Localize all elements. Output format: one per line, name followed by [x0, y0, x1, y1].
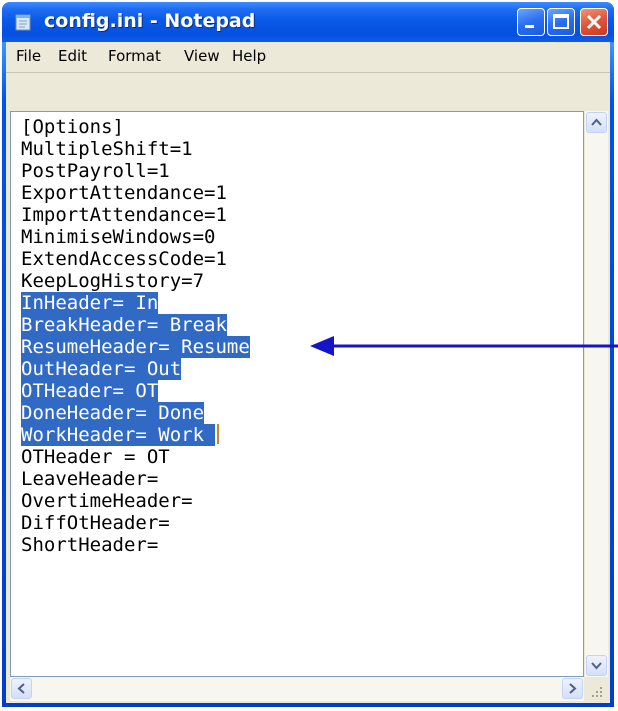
text-line-content: DiffOtHeader=: [21, 512, 170, 534]
scroll-up-button[interactable]: [586, 112, 607, 133]
text-line-content: OutHeader= Out: [21, 358, 182, 380]
chevron-up-icon: [591, 118, 602, 126]
text-line-content: BreakHeader= Break: [21, 314, 227, 336]
chevron-down-icon: [591, 662, 602, 670]
text-line-content: ExtendAccessCode=1: [21, 248, 227, 270]
text-line: OvertimeHeader=: [21, 490, 250, 512]
text-line-content: ShortHeader=: [21, 534, 159, 556]
scroll-right-button[interactable]: [562, 678, 583, 699]
text-editor[interactable]: [Options] MultipleShift=1 PostPayroll=1 Exp…: [10, 111, 584, 677]
text-line-content: MinimiseWindows=0: [21, 226, 216, 248]
text-line: WorkHeader= Work: [21, 424, 250, 446]
text-line: PostPayroll=1: [21, 160, 250, 182]
text-line-content: OvertimeHeader=: [21, 490, 193, 512]
text-line: ResumeHeader= Resume: [21, 336, 250, 358]
text-line-content: ImportAttendance=1: [21, 204, 227, 226]
text-line-content: ExportAttendance=1: [21, 182, 227, 204]
menu-view[interactable]: View: [184, 47, 220, 65]
text-line: ShortHeader=: [21, 534, 250, 556]
text-line: OTHeader= OT: [21, 380, 250, 402]
text-line-content: KeepLogHistory=7: [21, 270, 205, 292]
maximize-icon: [553, 14, 569, 29]
text-line-content: WorkHeader= Work: [21, 424, 216, 446]
minimize-button[interactable]: [517, 8, 545, 36]
text-line-content: ResumeHeader= Resume: [21, 336, 250, 358]
chevron-left-icon: [17, 683, 25, 694]
text-line: [Options]: [21, 116, 250, 138]
text-line: DoneHeader= Done: [21, 402, 250, 424]
resize-grip[interactable]: [584, 677, 607, 701]
close-button[interactable]: [580, 8, 608, 36]
notepad-icon: [14, 12, 34, 32]
editor-lines: [Options] MultipleShift=1 PostPayroll=1 Exp…: [21, 116, 250, 556]
text-caret: [217, 424, 220, 444]
text-line-content: InHeader= In: [21, 292, 159, 314]
text-line: LeaveHeader=: [21, 468, 250, 490]
window-title: config.ini - Notepad: [44, 10, 256, 32]
text-line: ImportAttendance=1: [21, 204, 250, 226]
vertical-scrollbar[interactable]: [584, 111, 608, 677]
title-bar[interactable]: config.ini - Notepad: [2, 2, 614, 42]
text-line-content: DoneHeader= Done: [21, 402, 205, 424]
text-line: InHeader= In: [21, 292, 250, 314]
close-icon: [586, 14, 602, 30]
resize-grip-icon: [592, 687, 602, 697]
text-line: OutHeader= Out: [21, 358, 250, 380]
text-line: OTHeader = OT: [21, 446, 250, 468]
text-line-content: [Options]: [21, 116, 124, 138]
menu-file[interactable]: File: [16, 47, 41, 65]
horizontal-scrollbar[interactable]: [10, 677, 584, 701]
menu-format[interactable]: Format: [108, 47, 161, 65]
text-line: MinimiseWindows=0: [21, 226, 250, 248]
maximize-button[interactable]: [547, 8, 575, 36]
scroll-down-button[interactable]: [586, 655, 607, 676]
chevron-right-icon: [569, 683, 577, 694]
menu-edit[interactable]: Edit: [58, 47, 87, 65]
text-line-content: PostPayroll=1: [21, 160, 170, 182]
text-line: MultipleShift=1: [21, 138, 250, 160]
text-line: BreakHeader= Break: [21, 314, 250, 336]
text-line: ExtendAccessCode=1: [21, 248, 250, 270]
text-line: DiffOtHeader=: [21, 512, 250, 534]
minimize-icon: [525, 25, 534, 28]
menu-help[interactable]: Help: [232, 47, 266, 65]
scroll-left-button[interactable]: [11, 678, 32, 699]
text-line-content: OTHeader = OT: [21, 446, 170, 468]
text-line: ExportAttendance=1: [21, 182, 250, 204]
menu-bar: File Edit Format View Help: [6, 42, 610, 73]
text-line-content: OTHeader= OT: [21, 380, 159, 402]
text-line: KeepLogHistory=7: [21, 270, 250, 292]
text-line-content: LeaveHeader=: [21, 468, 159, 490]
text-line-content: MultipleShift=1: [21, 138, 193, 160]
